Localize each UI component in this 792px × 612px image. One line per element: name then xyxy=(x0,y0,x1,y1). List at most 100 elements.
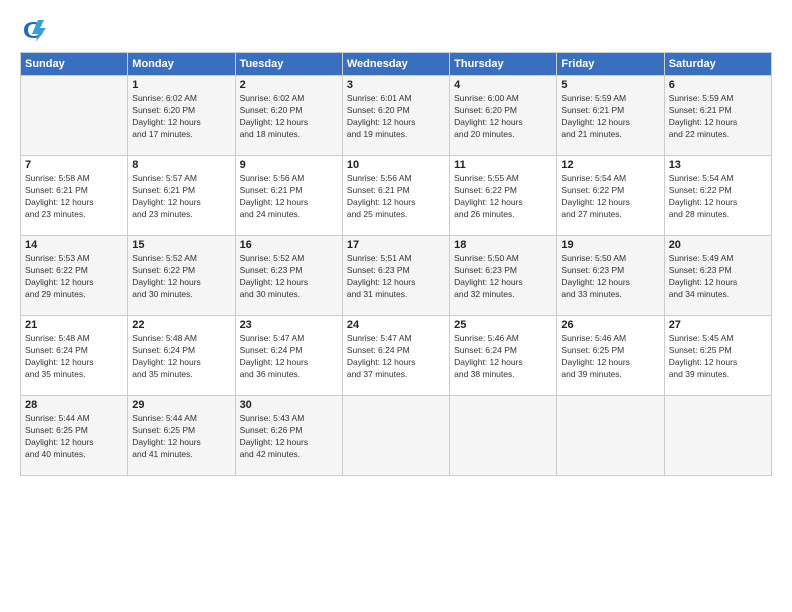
day-number: 10 xyxy=(347,159,445,171)
calendar-cell: 18Sunrise: 5:50 AM Sunset: 6:23 PM Dayli… xyxy=(450,236,557,316)
day-info: Sunrise: 5:44 AM Sunset: 6:25 PM Dayligh… xyxy=(25,413,123,461)
day-number: 29 xyxy=(132,399,230,411)
day-number: 25 xyxy=(454,319,552,331)
day-number: 27 xyxy=(669,319,767,331)
calendar-cell: 24 Sunrise: 5:47 AM Sunset: 6:24 PM Dayli… xyxy=(342,316,449,396)
calendar-cell xyxy=(21,76,128,156)
weekday-header: Tuesday xyxy=(235,53,342,76)
day-info: Sunrise: 5:45 AM Sunset: 6:25 PM Dayligh… xyxy=(669,333,767,381)
day-number: 21 xyxy=(25,319,123,331)
day-info: Sunrise: 5:56 AM Sunset: 6:21 PM Dayligh… xyxy=(240,173,338,221)
calendar-cell: 16Sunrise: 5:52 AM Sunset: 6:23 PM Dayli… xyxy=(235,236,342,316)
day-number: 11 xyxy=(454,159,552,171)
calendar-cell: 19 Sunrise: 5:50 AM Sunset: 6:23 PM Dayli… xyxy=(557,236,664,316)
day-info: Sunrise: 5:48 AM Sunset: 6:24 PM Dayligh… xyxy=(132,333,230,381)
calendar-cell: 28 Sunrise: 5:44 AM Sunset: 6:25 PM Dayli… xyxy=(21,396,128,476)
calendar-cell: 25 Sunrise: 5:46 AM Sunset: 6:24 PM Dayli… xyxy=(450,316,557,396)
calendar-cell: 10 Sunrise: 5:56 AM Sunset: 6:21 PM Dayli… xyxy=(342,156,449,236)
calendar-cell: 3 Sunrise: 6:01 AM Sunset: 6:20 PM Daylig… xyxy=(342,76,449,156)
calendar-cell: 26 Sunrise: 5:46 AM Sunset: 6:25 PM Dayli… xyxy=(557,316,664,396)
calendar-cell: 1 Sunrise: 6:02 AM Sunset: 6:20 PM Daylig… xyxy=(128,76,235,156)
day-number: 16 xyxy=(240,239,338,251)
page-container: SundayMondayTuesdayWednesdayThursdayFrid… xyxy=(0,0,792,612)
day-number: 1 xyxy=(132,79,230,91)
day-number: 12 xyxy=(561,159,659,171)
weekday-header: Monday xyxy=(128,53,235,76)
day-info: Sunrise: 5:43 AM Sunset: 6:26 PM Dayligh… xyxy=(240,413,338,461)
calendar-cell: 29 Sunrise: 5:44 AM Sunset: 6:25 PM Dayli… xyxy=(128,396,235,476)
day-number: 7 xyxy=(25,159,123,171)
calendar-cell: 30 Sunrise: 5:43 AM Sunset: 6:26 PM Dayli… xyxy=(235,396,342,476)
day-info: Sunrise: 5:47 AM Sunset: 6:24 PM Dayligh… xyxy=(240,333,338,381)
weekday-header: Saturday xyxy=(664,53,771,76)
day-info: Sunrise: 5:54 AM Sunset: 6:22 PM Dayligh… xyxy=(669,173,767,221)
day-number: 2 xyxy=(240,79,338,91)
calendar-cell: 8 Sunrise: 5:57 AM Sunset: 6:21 PM Daylig… xyxy=(128,156,235,236)
day-number: 19 xyxy=(561,239,659,251)
day-number: 26 xyxy=(561,319,659,331)
calendar-week-row: 21 Sunrise: 5:48 AM Sunset: 6:24 PM Dayli… xyxy=(21,316,772,396)
day-info: Sunrise: 6:02 AM Sunset: 6:20 PM Dayligh… xyxy=(240,93,338,141)
day-info: Sunrise: 6:01 AM Sunset: 6:20 PM Dayligh… xyxy=(347,93,445,141)
calendar-cell: 2 Sunrise: 6:02 AM Sunset: 6:20 PM Daylig… xyxy=(235,76,342,156)
calendar-cell: 11 Sunrise: 5:55 AM Sunset: 6:22 PM Dayli… xyxy=(450,156,557,236)
day-info: Sunrise: 5:44 AM Sunset: 6:25 PM Dayligh… xyxy=(132,413,230,461)
calendar-cell: 17 Sunrise: 5:51 AM Sunset: 6:23 PM Dayli… xyxy=(342,236,449,316)
day-number: 13 xyxy=(669,159,767,171)
calendar-cell: 20 Sunrise: 5:49 AM Sunset: 6:23 PM Dayli… xyxy=(664,236,771,316)
calendar-cell: 5 Sunrise: 5:59 AM Sunset: 6:21 PM Daylig… xyxy=(557,76,664,156)
calendar-cell: 14Sunrise: 5:53 AM Sunset: 6:22 PM Dayli… xyxy=(21,236,128,316)
day-info: Sunrise: 5:58 AM Sunset: 6:21 PM Dayligh… xyxy=(25,173,123,221)
day-number: 24 xyxy=(347,319,445,331)
day-info: Sunrise: 5:56 AM Sunset: 6:21 PM Dayligh… xyxy=(347,173,445,221)
calendar-table: SundayMondayTuesdayWednesdayThursdayFrid… xyxy=(20,52,772,476)
header-row: SundayMondayTuesdayWednesdayThursdayFrid… xyxy=(21,53,772,76)
calendar-cell xyxy=(450,396,557,476)
day-number: 15 xyxy=(132,239,230,251)
day-info: Sunrise: 6:02 AM Sunset: 6:20 PM Dayligh… xyxy=(132,93,230,141)
calendar-cell xyxy=(342,396,449,476)
calendar-cell: 13 Sunrise: 5:54 AM Sunset: 6:22 PM Dayli… xyxy=(664,156,771,236)
day-info: Sunrise: 5:59 AM Sunset: 6:21 PM Dayligh… xyxy=(561,93,659,141)
calendar-cell: 4Sunrise: 6:00 AM Sunset: 6:20 PM Daylig… xyxy=(450,76,557,156)
day-info: Sunrise: 6:00 AM Sunset: 6:20 PM Dayligh… xyxy=(454,93,552,141)
day-info: Sunrise: 5:51 AM Sunset: 6:23 PM Dayligh… xyxy=(347,253,445,301)
day-number: 17 xyxy=(347,239,445,251)
day-number: 22 xyxy=(132,319,230,331)
calendar-cell: 7 Sunrise: 5:58 AM Sunset: 6:21 PM Daylig… xyxy=(21,156,128,236)
calendar-cell: 22 Sunrise: 5:48 AM Sunset: 6:24 PM Dayli… xyxy=(128,316,235,396)
day-info: Sunrise: 5:55 AM Sunset: 6:22 PM Dayligh… xyxy=(454,173,552,221)
calendar-cell: 27 Sunrise: 5:45 AM Sunset: 6:25 PM Dayli… xyxy=(664,316,771,396)
day-number: 14 xyxy=(25,239,123,251)
day-info: Sunrise: 5:57 AM Sunset: 6:21 PM Dayligh… xyxy=(132,173,230,221)
day-info: Sunrise: 5:46 AM Sunset: 6:25 PM Dayligh… xyxy=(561,333,659,381)
day-info: Sunrise: 5:52 AM Sunset: 6:22 PM Dayligh… xyxy=(132,253,230,301)
day-number: 23 xyxy=(240,319,338,331)
day-info: Sunrise: 5:54 AM Sunset: 6:22 PM Dayligh… xyxy=(561,173,659,221)
day-info: Sunrise: 5:46 AM Sunset: 6:24 PM Dayligh… xyxy=(454,333,552,381)
day-number: 3 xyxy=(347,79,445,91)
day-info: Sunrise: 5:47 AM Sunset: 6:24 PM Dayligh… xyxy=(347,333,445,381)
day-number: 30 xyxy=(240,399,338,411)
day-number: 5 xyxy=(561,79,659,91)
day-number: 8 xyxy=(132,159,230,171)
calendar-cell xyxy=(557,396,664,476)
weekday-header: Wednesday xyxy=(342,53,449,76)
day-info: Sunrise: 5:59 AM Sunset: 6:21 PM Dayligh… xyxy=(669,93,767,141)
weekday-header: Friday xyxy=(557,53,664,76)
calendar-cell: 21 Sunrise: 5:48 AM Sunset: 6:24 PM Dayli… xyxy=(21,316,128,396)
day-number: 28 xyxy=(25,399,123,411)
logo-icon xyxy=(20,16,48,44)
calendar-cell: 15 Sunrise: 5:52 AM Sunset: 6:22 PM Dayli… xyxy=(128,236,235,316)
day-info: Sunrise: 5:50 AM Sunset: 6:23 PM Dayligh… xyxy=(454,253,552,301)
weekday-header: Sunday xyxy=(21,53,128,76)
day-info: Sunrise: 5:50 AM Sunset: 6:23 PM Dayligh… xyxy=(561,253,659,301)
day-info: Sunrise: 5:48 AM Sunset: 6:24 PM Dayligh… xyxy=(25,333,123,381)
day-number: 6 xyxy=(669,79,767,91)
day-number: 9 xyxy=(240,159,338,171)
logo xyxy=(20,16,52,44)
header xyxy=(20,16,772,44)
day-info: Sunrise: 5:49 AM Sunset: 6:23 PM Dayligh… xyxy=(669,253,767,301)
calendar-cell: 6 Sunrise: 5:59 AM Sunset: 6:21 PM Daylig… xyxy=(664,76,771,156)
day-number: 20 xyxy=(669,239,767,251)
